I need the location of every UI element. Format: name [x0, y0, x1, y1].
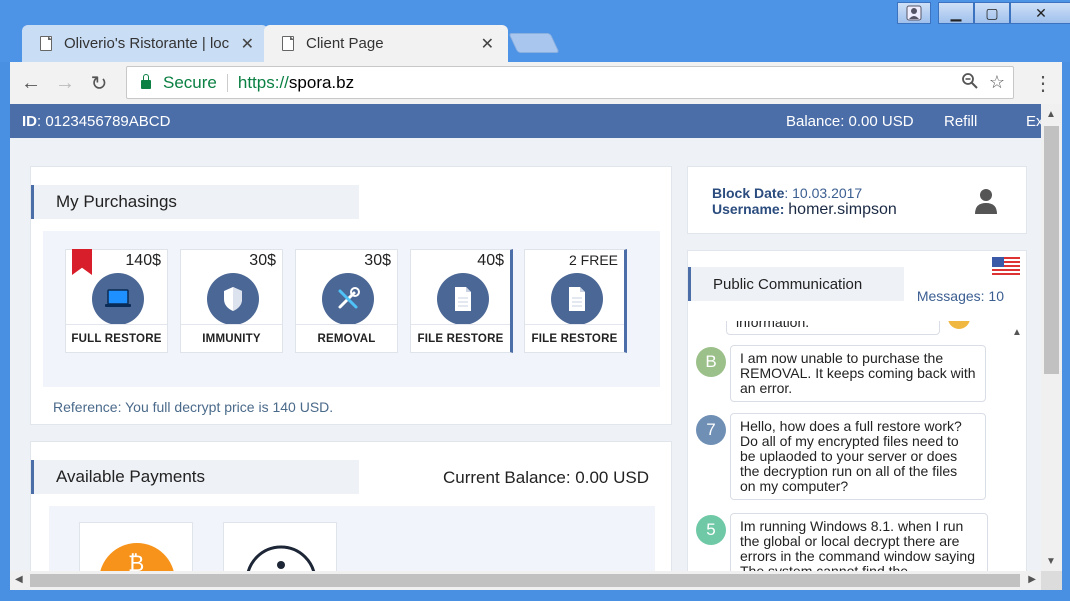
- browser-window: Oliverio's Ristorante | loc ✕ Client Pag…: [0, 0, 1070, 601]
- section-title: Public Communication: [688, 267, 904, 301]
- page-viewport: ID: 0123456789ABCD Balance: 0.00 USD Ref…: [10, 104, 1041, 571]
- product-file-restore-free[interactable]: 2 FREE FILE RESTORE: [524, 249, 627, 353]
- product-price: 40$: [477, 252, 504, 269]
- bitcoin-icon: ₿: [100, 543, 174, 571]
- messages-count: Messages: 10: [916, 288, 1004, 304]
- document-icon: [437, 273, 489, 325]
- scroll-right-icon[interactable]: ▶: [1028, 574, 1036, 585]
- scroll-up-icon[interactable]: ▲: [1046, 109, 1056, 120]
- info-icon: [246, 545, 316, 571]
- minimize-button[interactable]: ▁: [938, 2, 974, 24]
- us-flag-icon[interactable]: [992, 257, 1020, 275]
- username: Username: homer.simpson: [712, 201, 897, 218]
- product-label: REMOVAL: [296, 324, 397, 352]
- block-date: Block Date: 10.03.2017: [712, 185, 863, 201]
- tab-ristorante[interactable]: Oliverio's Ristorante | loc ✕: [22, 25, 268, 62]
- browser-toolbar: ← → ↻ Secure https://spora.bz ☆ ⋮: [10, 62, 1062, 104]
- maximize-button[interactable]: ▢: [974, 2, 1010, 24]
- purchasings-card: My Purchasings 140$ FULL RESTORE 30$ IMM…: [30, 166, 672, 425]
- tab-strip: Oliverio's Ristorante | loc ✕ Client Pag…: [0, 0, 1070, 62]
- current-balance: Current Balance: 0.00 USD: [443, 468, 649, 487]
- top-bar: ID: 0123456789ABCD Balance: 0.00 USD Ref…: [10, 104, 1041, 138]
- lock-icon: [141, 74, 151, 89]
- message-bubble: information.: [726, 321, 940, 335]
- scroll-thumb[interactable]: [30, 574, 1020, 587]
- avatar: 5: [696, 515, 726, 545]
- back-button[interactable]: ←: [14, 66, 48, 100]
- secure-label: Secure: [163, 72, 217, 92]
- avatar: 7: [696, 415, 726, 445]
- product-price: 140$: [125, 252, 161, 269]
- scroll-up-icon[interactable]: ▲: [1012, 327, 1022, 338]
- chat-scrollbar[interactable]: ▲: [1006, 321, 1026, 571]
- window-controls: ▁ ▢ ✕: [938, 2, 1070, 24]
- product-list: 140$ FULL RESTORE 30$ IMMUNITY 30$ REMOV…: [43, 231, 660, 387]
- avatar: [948, 321, 970, 329]
- section-title: Available Payments: [31, 460, 359, 494]
- star-icon[interactable]: ☆: [989, 72, 1005, 93]
- refill-link[interactable]: Refill: [944, 113, 977, 130]
- user-icon: [975, 189, 997, 214]
- scroll-down-icon[interactable]: ▼: [1046, 556, 1056, 567]
- message-list: information. B I am now unable to purcha…: [688, 321, 1006, 571]
- close-icon[interactable]: ✕: [241, 34, 254, 54]
- message-bubble: Im running Windows 8.1. when I run the g…: [730, 513, 988, 571]
- page-icon: [40, 36, 52, 51]
- info-payment-option[interactable]: [223, 522, 337, 571]
- reference-text: Reference: You full decrypt price is 140…: [53, 399, 334, 415]
- exit-link[interactable]: Ex: [1026, 113, 1041, 130]
- message-bubble: I am now unable to purchase the REMOVAL.…: [730, 345, 986, 402]
- product-immunity[interactable]: 30$ IMMUNITY: [180, 249, 283, 353]
- product-price: 2 FREE: [568, 252, 618, 268]
- payment-methods: ₿: [49, 506, 655, 571]
- client-id: ID: 0123456789ABCD: [22, 112, 171, 130]
- user-icon: [906, 5, 922, 21]
- communication-card: Public Communication Messages: 10 inform…: [687, 250, 1027, 571]
- scroll-left-icon[interactable]: ◀: [15, 574, 23, 585]
- product-label: FILE RESTORE: [525, 324, 624, 352]
- balance-label: Balance: 0.00 USD: [786, 112, 914, 130]
- page-icon: [282, 36, 294, 51]
- tools-icon: [322, 273, 374, 325]
- product-label: IMMUNITY: [181, 324, 282, 352]
- section-title: My Purchasings: [31, 185, 359, 219]
- product-price: 30$: [364, 252, 391, 269]
- scroll-thumb[interactable]: [1044, 126, 1059, 374]
- new-tab-button[interactable]: [508, 33, 560, 53]
- forward-button[interactable]: →: [48, 66, 82, 100]
- payments-card: Available Payments Current Balance: 0.00…: [30, 441, 672, 571]
- product-full-restore[interactable]: 140$ FULL RESTORE: [65, 249, 168, 353]
- document-icon: [551, 273, 603, 325]
- close-window-button[interactable]: ✕: [1010, 2, 1070, 24]
- profile-button[interactable]: [897, 2, 931, 24]
- product-label: FULL RESTORE: [66, 324, 167, 352]
- bookmark-ribbon-icon: [72, 249, 92, 275]
- shield-icon: [207, 273, 259, 325]
- product-removal[interactable]: 30$ REMOVAL: [295, 249, 398, 353]
- message-bubble: Hello, how does a full restore work? Do …: [730, 413, 986, 500]
- product-label: FILE RESTORE: [411, 324, 510, 352]
- url-scheme: https://: [237, 72, 289, 92]
- product-file-restore[interactable]: 40$ FILE RESTORE: [410, 249, 513, 353]
- reload-button[interactable]: ↻: [82, 66, 116, 100]
- url-host: spora.bz: [288, 72, 355, 92]
- tab-client-page[interactable]: Client Page ✕: [264, 25, 508, 62]
- tab-title: Oliverio's Ristorante | loc: [64, 35, 230, 52]
- address-bar[interactable]: Secure https://spora.bz ☆: [126, 66, 1014, 99]
- zoom-icon[interactable]: [961, 72, 979, 90]
- product-price: 30$: [249, 252, 276, 269]
- bitcoin-payment-option[interactable]: ₿: [79, 522, 193, 571]
- account-card: Block Date: 10.03.2017 Username: homer.s…: [687, 166, 1027, 234]
- horizontal-scrollbar[interactable]: ◀ ▶: [10, 571, 1041, 590]
- tab-title: Client Page: [306, 35, 384, 52]
- avatar: B: [696, 347, 726, 377]
- laptop-icon: [92, 273, 144, 325]
- vertical-scrollbar[interactable]: ▲ ▼: [1041, 104, 1062, 571]
- close-icon[interactable]: ✕: [481, 34, 494, 54]
- menu-icon[interactable]: ⋮: [1028, 66, 1058, 100]
- svg-text:₿: ₿: [128, 552, 144, 571]
